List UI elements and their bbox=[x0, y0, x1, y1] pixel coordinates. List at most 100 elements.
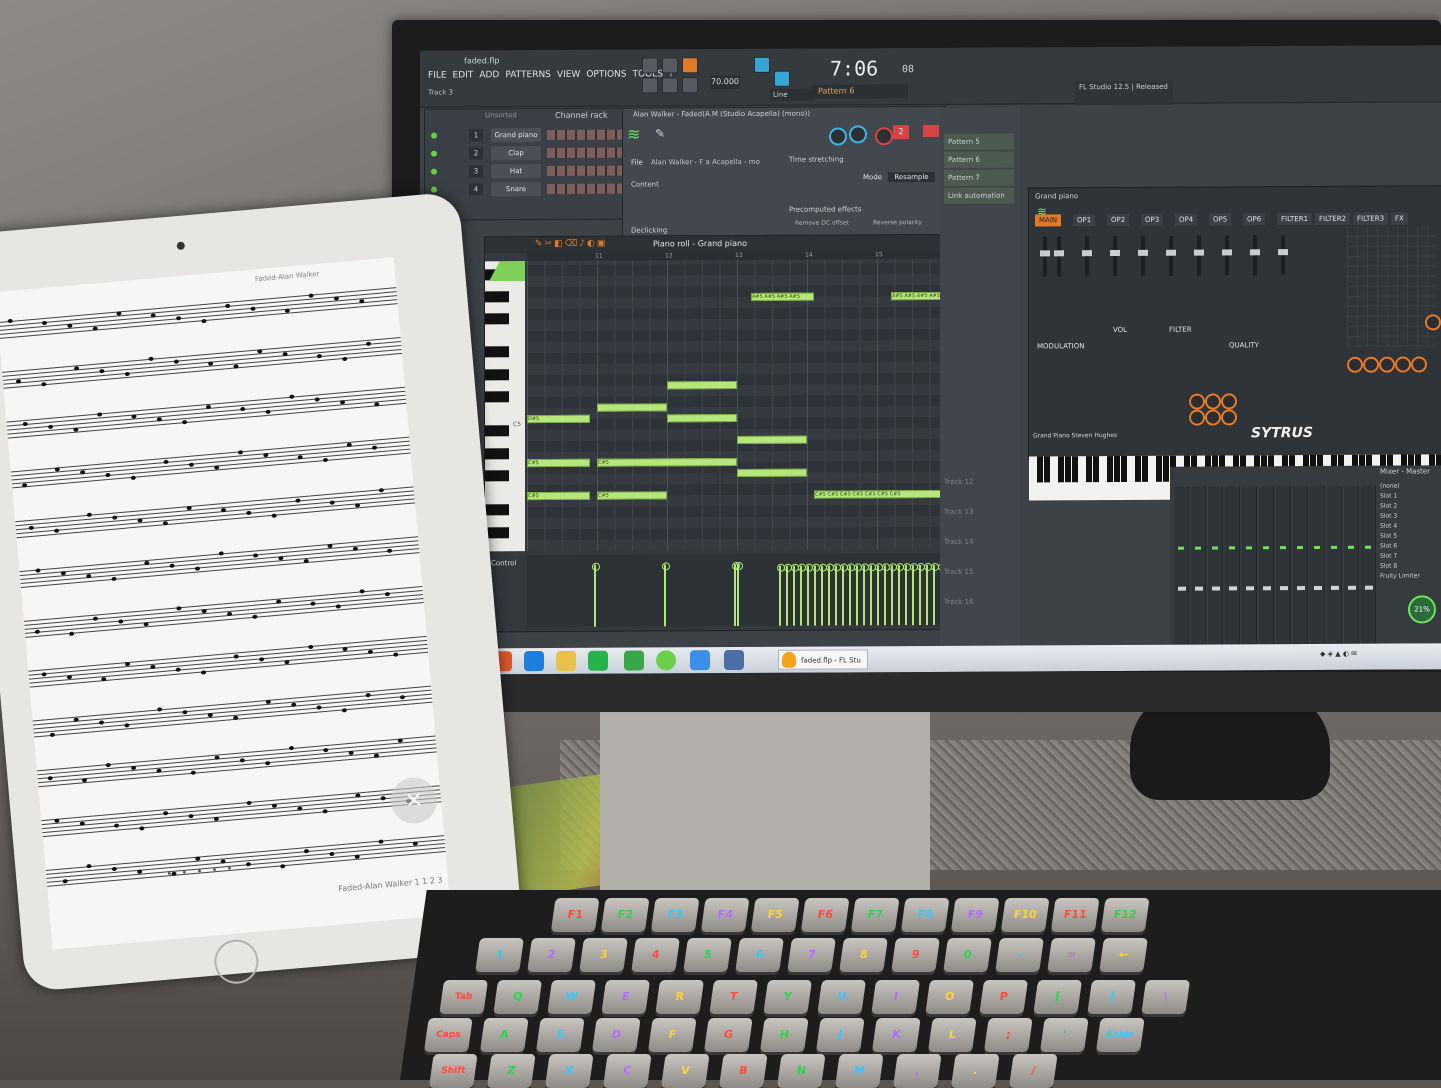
velocity-bar[interactable] bbox=[933, 564, 935, 625]
insert-slot[interactable]: (none) bbox=[1380, 482, 1440, 490]
velocity-bar[interactable] bbox=[733, 564, 736, 627]
record-button[interactable] bbox=[682, 77, 698, 94]
channel-led-icon[interactable] bbox=[431, 132, 437, 139]
velocity-bar[interactable] bbox=[912, 565, 914, 626]
orange-knob[interactable] bbox=[1411, 356, 1427, 373]
note[interactable]: C#5 bbox=[597, 458, 737, 467]
key-k[interactable]: K bbox=[871, 1018, 921, 1052]
key-5[interactable]: 5 bbox=[683, 938, 732, 972]
operator-fader[interactable] bbox=[1281, 235, 1285, 276]
black-key[interactable] bbox=[1107, 456, 1113, 483]
track-label[interactable]: Track 12 bbox=[944, 478, 973, 486]
mixer-channel-strip[interactable] bbox=[1361, 485, 1376, 656]
black-key[interactable] bbox=[485, 369, 509, 381]
key-8[interactable]: 8 bbox=[839, 938, 888, 972]
key-b[interactable]: B bbox=[718, 1054, 768, 1088]
velocity-bar[interactable] bbox=[814, 565, 816, 626]
news-panel[interactable]: FL Studio 12.5 | Released bbox=[1075, 80, 1173, 106]
sytrus-tab-op1[interactable]: OP1 bbox=[1073, 214, 1096, 227]
mixer-channel-strip[interactable] bbox=[1191, 486, 1206, 657]
playlist-track[interactable]: Pattern 6 bbox=[944, 151, 1014, 168]
remove-dc-checkbox[interactable]: Remove DC offset bbox=[795, 219, 849, 226]
operator-fader[interactable] bbox=[1197, 235, 1201, 276]
operator-fader[interactable] bbox=[1253, 235, 1257, 276]
close-icon[interactable]: × bbox=[389, 775, 439, 826]
track-label[interactable]: Track 13 bbox=[944, 508, 973, 516]
key--[interactable]: - bbox=[995, 938, 1044, 972]
key-=[interactable]: = bbox=[1047, 938, 1096, 972]
browser-icon[interactable] bbox=[524, 651, 544, 672]
velocity-bar[interactable] bbox=[898, 565, 900, 626]
sytrus-tab-op4[interactable]: OP4 bbox=[1175, 213, 1198, 226]
note[interactable]: C#5 bbox=[527, 458, 590, 468]
sytrus-tab-filter1[interactable]: FILTER1 bbox=[1277, 213, 1313, 226]
black-key[interactable] bbox=[1114, 456, 1120, 483]
key-t[interactable]: T bbox=[709, 980, 759, 1014]
volume-fader[interactable] bbox=[1212, 586, 1220, 591]
piano-roll-tool-icons[interactable]: ✎✂◧⌫♪◐▣ bbox=[535, 238, 645, 251]
key-q[interactable]: Q bbox=[493, 980, 543, 1014]
key-9[interactable]: 9 bbox=[891, 938, 940, 972]
step-sequencer[interactable] bbox=[547, 165, 627, 177]
velocity-bar[interactable] bbox=[863, 565, 865, 626]
key-v[interactable]: V bbox=[660, 1054, 710, 1088]
mixer-channel-strip[interactable] bbox=[1259, 486, 1274, 657]
orange-knob[interactable] bbox=[1379, 356, 1395, 373]
volume-fader[interactable] bbox=[1229, 586, 1237, 591]
key-'[interactable]: ' bbox=[1039, 1018, 1089, 1052]
tempo-display[interactable]: 70.000 bbox=[710, 74, 740, 90]
channel-mixer-number[interactable]: 2 bbox=[469, 147, 483, 160]
note[interactable] bbox=[737, 435, 807, 445]
orange-knob[interactable] bbox=[1395, 356, 1411, 373]
note[interactable]: C#5 bbox=[597, 491, 667, 500]
velocity-bar[interactable] bbox=[870, 565, 872, 626]
tempo-tap-button[interactable] bbox=[642, 57, 658, 74]
key-←[interactable]: ← bbox=[1099, 938, 1148, 972]
key-6[interactable]: 6 bbox=[735, 938, 784, 972]
sytrus-tab-op3[interactable]: OP3 bbox=[1141, 213, 1164, 226]
channel-row[interactable]: 4 Snare bbox=[429, 181, 629, 198]
black-key[interactable] bbox=[1072, 456, 1078, 483]
playlist-track[interactable]: Pattern 5 bbox=[944, 133, 1014, 150]
key-f4[interactable]: F4 bbox=[700, 898, 750, 932]
sytrus-tab-filter3[interactable]: FILTER3 bbox=[1353, 212, 1389, 225]
volume-fader[interactable] bbox=[1263, 586, 1271, 591]
channel-row[interactable]: 3 Hat bbox=[429, 163, 629, 180]
black-key[interactable] bbox=[485, 527, 509, 539]
black-key[interactable] bbox=[485, 291, 509, 303]
key-f3[interactable]: F3 bbox=[650, 898, 700, 932]
snap-icon[interactable] bbox=[754, 56, 770, 73]
key-u[interactable]: U bbox=[817, 980, 867, 1014]
media-player-icon[interactable] bbox=[588, 650, 608, 671]
mixer-channel-strip[interactable] bbox=[1293, 486, 1308, 657]
velocity-bar[interactable] bbox=[800, 565, 802, 626]
orange-knob[interactable] bbox=[1425, 314, 1441, 331]
black-key[interactable] bbox=[1121, 455, 1127, 483]
key-h[interactable]: H bbox=[759, 1018, 809, 1052]
sytrus-tab-main[interactable]: MAIN bbox=[1035, 214, 1062, 227]
velocity-bar[interactable] bbox=[663, 564, 666, 627]
note[interactable]: C#5 C#5 C#5 C#5 C#5 C#5 C#5 bbox=[814, 489, 954, 499]
key-f6[interactable]: F6 bbox=[800, 898, 850, 932]
orange-knob[interactable] bbox=[1347, 356, 1363, 373]
metronome-button[interactable] bbox=[662, 57, 678, 74]
operator-fader[interactable] bbox=[1169, 235, 1173, 276]
insert-slot[interactable]: Fruity Limiter bbox=[1380, 572, 1440, 579]
channel-name-button[interactable]: Clap bbox=[491, 146, 541, 161]
channel-led-icon[interactable] bbox=[431, 186, 437, 193]
black-key[interactable] bbox=[485, 448, 509, 460]
mixer-channel-strip[interactable] bbox=[1225, 486, 1240, 657]
black-key[interactable] bbox=[485, 391, 509, 403]
key-.[interactable]: . bbox=[950, 1054, 1000, 1088]
black-key[interactable] bbox=[1044, 456, 1050, 483]
control-label[interactable]: Control bbox=[491, 559, 516, 567]
key-f12[interactable]: F12 bbox=[1100, 898, 1150, 932]
velocity-bar[interactable] bbox=[849, 565, 851, 626]
orange-knob[interactable] bbox=[1221, 409, 1237, 426]
key-f5[interactable]: F5 bbox=[750, 898, 800, 932]
velocity-bar[interactable] bbox=[926, 565, 928, 626]
pitch-knob[interactable] bbox=[875, 127, 893, 146]
velocity-bar[interactable] bbox=[821, 565, 823, 626]
operator-fader[interactable] bbox=[1225, 235, 1229, 276]
app-blue-icon[interactable] bbox=[690, 650, 710, 671]
